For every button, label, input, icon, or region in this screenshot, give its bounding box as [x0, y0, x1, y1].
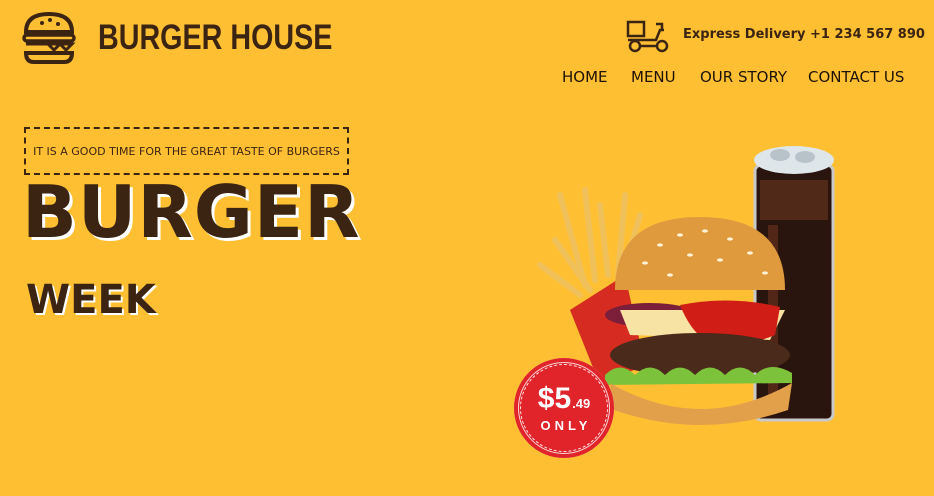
tagline-box: IT IS A GOOD TIME FOR THE GREAT TASTE OF…	[24, 127, 349, 175]
price-badge: $5.49 ONLY	[514, 358, 614, 458]
hero-tagline: IT IS A GOOD TIME FOR THE GREAT TASTE OF…	[33, 144, 340, 158]
price-value: $5.49	[537, 381, 591, 415]
brand-name[interactable]: BURGER HOUSE	[98, 18, 332, 58]
price-note: ONLY	[540, 417, 592, 433]
delivery-phone[interactable]: Express Delivery +1 234 567 890	[683, 27, 925, 42]
scooter-icon	[626, 20, 669, 53]
logo[interactable]	[20, 8, 78, 66]
price-cents: .49	[572, 395, 591, 411]
nav-menu[interactable]: MENU	[631, 68, 676, 86]
nav-our-story[interactable]: OUR STORY	[700, 68, 787, 86]
price-dollars: $5	[537, 381, 572, 415]
nav-contact-us[interactable]: CONTACT US	[808, 68, 904, 86]
nav-home[interactable]: HOME	[562, 68, 608, 86]
burger-icon	[22, 11, 76, 64]
hero-title: BURGER	[22, 170, 361, 254]
delivery-info	[626, 16, 670, 54]
hero-subtitle: WEEK	[26, 277, 156, 323]
